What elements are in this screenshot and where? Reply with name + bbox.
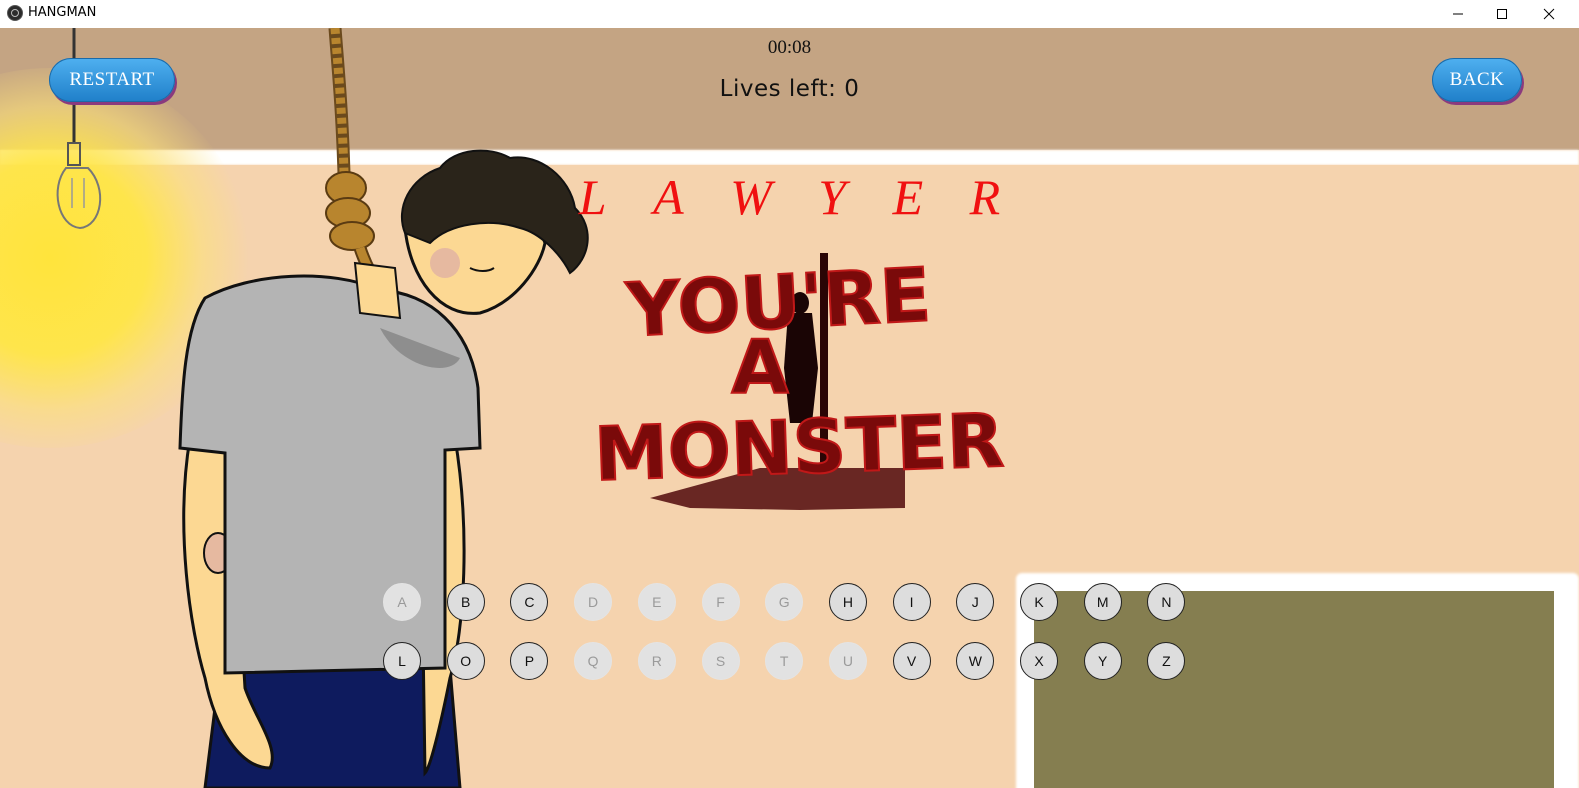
letter-key-e: E — [637, 583, 676, 621]
letter-key-a: A — [383, 583, 421, 621]
hanged-man-figure — [178, 149, 589, 788]
lives-counter: Lives left: 0 — [719, 76, 860, 102]
close-button[interactable] — [1527, 0, 1571, 28]
word-letter: W — [730, 169, 772, 225]
letter-key-u: U — [828, 642, 867, 680]
letter-key-x[interactable]: X — [1020, 642, 1058, 680]
word-letter: L — [578, 169, 607, 225]
letter-key-d: D — [574, 583, 613, 621]
word-letter: Y — [818, 169, 847, 225]
window-titlebar: HANGMAN — [0, 0, 1579, 28]
letter-key-k[interactable]: K — [1020, 583, 1058, 621]
letter-key-i[interactable]: I — [892, 583, 931, 621]
revealed-word: L A W Y E R — [0, 168, 1579, 226]
letter-key-s: S — [701, 642, 740, 680]
letter-key-f: F — [701, 583, 740, 621]
letter-key-t: T — [765, 642, 804, 680]
banner-line-3: MONSTER — [593, 398, 1006, 498]
minimize-icon — [1453, 13, 1463, 15]
app-icon — [7, 5, 23, 21]
close-icon — [1543, 8, 1555, 20]
letter-key-b[interactable]: B — [446, 583, 485, 621]
letter-key-l[interactable]: L — [383, 642, 421, 680]
maximize-button[interactable] — [1480, 0, 1524, 28]
letter-key-q: Q — [574, 642, 613, 680]
letter-key-r: R — [637, 642, 676, 680]
banner-line-2: A — [731, 325, 788, 411]
word-letter: R — [969, 169, 1001, 225]
word-letter: A — [653, 169, 684, 225]
timer: 00:08 — [767, 37, 812, 58]
letter-key-o[interactable]: O — [446, 642, 485, 680]
minimize-button[interactable] — [1436, 0, 1480, 28]
back-button[interactable]: BACK — [1432, 58, 1522, 102]
letter-key-g: G — [765, 583, 804, 621]
letter-key-m[interactable]: M — [1083, 583, 1122, 621]
window-title: HANGMAN — [28, 5, 97, 20]
letter-key-h[interactable]: H — [828, 583, 867, 621]
game-scene: YOU'RE A MONSTER 00:08 Lives left: 0 RES… — [0, 28, 1579, 788]
word-letter: E — [892, 169, 924, 225]
letter-key-y[interactable]: Y — [1083, 642, 1122, 680]
restart-button[interactable]: RESTART — [49, 58, 175, 102]
maximize-icon — [1497, 9, 1507, 19]
letter-key-v[interactable]: V — [892, 642, 931, 680]
